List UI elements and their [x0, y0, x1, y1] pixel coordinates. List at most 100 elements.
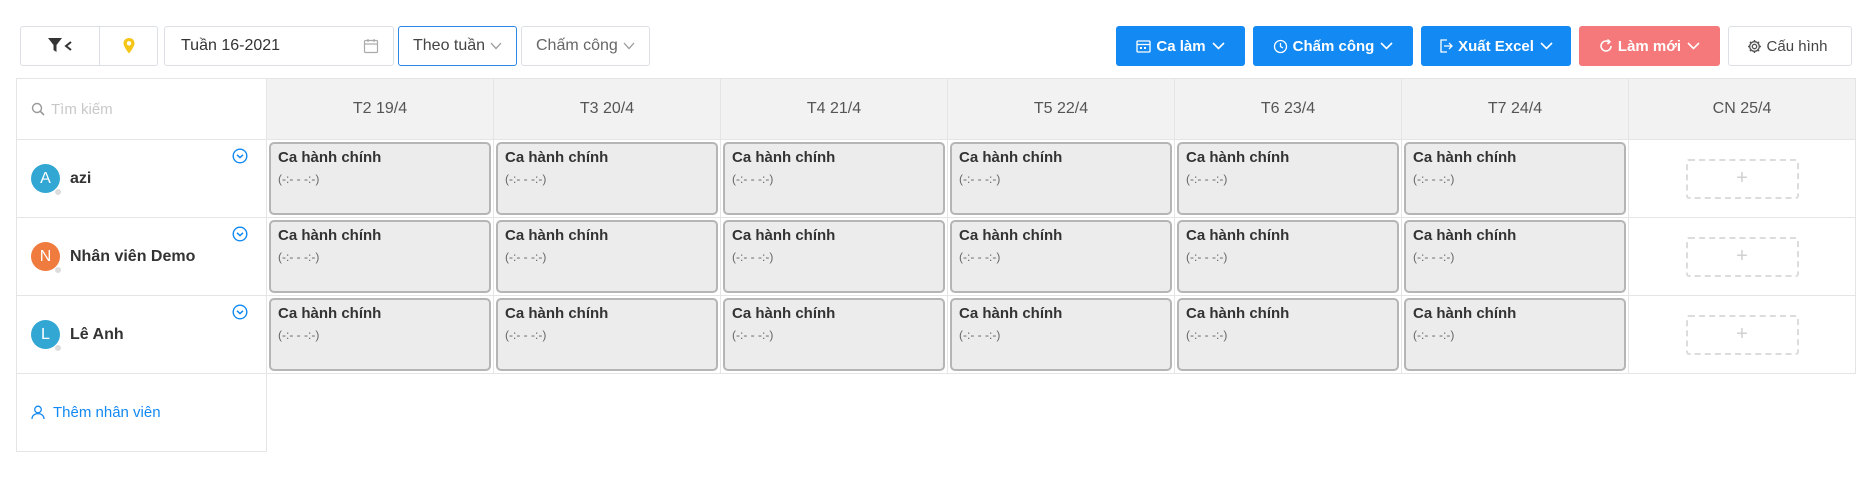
- chevron-down-circle-icon[interactable]: [232, 304, 248, 320]
- location-button[interactable]: [100, 26, 158, 66]
- shift-time: (-:- - -:-): [959, 250, 1001, 264]
- day-header: T2 19/4: [267, 78, 494, 140]
- refresh-button[interactable]: Làm mới: [1579, 26, 1720, 66]
- employee-cell: L Lê Anh: [16, 296, 267, 374]
- grid-header: Tìm kiếm T2 19/4 T3 20/4 T4 21/4 T5 22/4…: [16, 78, 1857, 140]
- toolbar-right: Ca làm Chấm công Xuất Excel Làm mới Cấu …: [1108, 26, 1852, 66]
- view-mode-select[interactable]: Theo tuần: [398, 26, 517, 66]
- employee-name: Lê Anh: [70, 325, 124, 343]
- schedule-cell[interactable]: Ca hành chính (-:- - -:-): [1175, 296, 1402, 374]
- avatar-initial: A: [40, 169, 51, 187]
- add-shift-button[interactable]: +: [1685, 158, 1799, 199]
- map-pin-icon: [123, 38, 134, 54]
- shift-card[interactable]: Ca hành chính (-:- - -:-): [269, 298, 491, 371]
- chevron-down-icon: [490, 42, 502, 50]
- filter-toggle-button[interactable]: [20, 26, 100, 66]
- day-header: T6 23/4: [1175, 78, 1402, 140]
- shift-card[interactable]: Ca hành chính (-:- - -:-): [723, 298, 945, 371]
- schedule-cell[interactable]: Ca hành chính (-:- - -:-): [1402, 296, 1629, 374]
- avatar: L: [31, 320, 62, 352]
- shift-time: (-:- - -:-): [505, 172, 547, 186]
- shift-card[interactable]: Ca hành chính (-:- - -:-): [496, 220, 718, 293]
- schedule-cell[interactable]: Ca hành chính (-:- - -:-): [1402, 140, 1629, 218]
- shift-card[interactable]: Ca hành chính (-:- - -:-): [1177, 220, 1399, 293]
- schedule-cell[interactable]: Ca hành chính (-:- - -:-): [1175, 140, 1402, 218]
- shift-menu-label: Ca làm: [1156, 37, 1206, 55]
- shift-name: Ca hành chính: [1186, 149, 1290, 166]
- shift-card[interactable]: Ca hành chính (-:- - -:-): [950, 220, 1172, 293]
- shift-card[interactable]: Ca hành chính (-:- - -:-): [950, 142, 1172, 215]
- shift-card[interactable]: Ca hành chính (-:- - -:-): [950, 298, 1172, 371]
- shift-card[interactable]: Ca hành chính (-:- - -:-): [1177, 142, 1399, 215]
- shift-menu-button[interactable]: Ca làm: [1116, 26, 1245, 66]
- shift-time: (-:- - -:-): [1186, 328, 1228, 342]
- shift-card[interactable]: Ca hành chính (-:- - -:-): [269, 142, 491, 215]
- schedule-cell: +: [1629, 218, 1856, 296]
- schedule-cell[interactable]: Ca hành chính (-:- - -:-): [494, 296, 721, 374]
- export-excel-button[interactable]: Xuất Excel: [1421, 26, 1571, 66]
- shift-card[interactable]: Ca hành chính (-:- - -:-): [1404, 142, 1626, 215]
- shift-card[interactable]: Ca hành chính (-:- - -:-): [1404, 298, 1626, 371]
- schedule-cell[interactable]: Ca hành chính (-:- - -:-): [494, 140, 721, 218]
- shift-name: Ca hành chính: [505, 305, 609, 322]
- data-mode-value: Chấm công: [536, 37, 618, 54]
- plus-icon: +: [1736, 323, 1748, 345]
- schedule-cell[interactable]: Ca hành chính (-:- - -:-): [1175, 218, 1402, 296]
- shift-name: Ca hành chính: [278, 227, 382, 244]
- employee-cell: A azi: [16, 140, 267, 218]
- shift-card[interactable]: Ca hành chính (-:- - -:-): [1404, 220, 1626, 293]
- shift-card[interactable]: Ca hành chính (-:- - -:-): [496, 298, 718, 371]
- employee-search[interactable]: Tìm kiếm: [16, 78, 267, 140]
- schedule-cell[interactable]: Ca hành chính (-:- - -:-): [948, 218, 1175, 296]
- schedule-cell[interactable]: Ca hành chính (-:- - -:-): [267, 218, 494, 296]
- plus-icon: +: [1736, 245, 1748, 267]
- chevron-down-circle-icon[interactable]: [232, 148, 248, 164]
- shift-name: Ca hành chính: [278, 305, 382, 322]
- schedule-cell[interactable]: Ca hành chính (-:- - -:-): [948, 140, 1175, 218]
- schedule-cell[interactable]: Ca hành chính (-:- - -:-): [267, 296, 494, 374]
- shift-time: (-:- - -:-): [732, 328, 774, 342]
- shift-card[interactable]: Ca hành chính (-:- - -:-): [1177, 298, 1399, 371]
- chevron-down-circle-icon[interactable]: [232, 226, 248, 242]
- shift-card[interactable]: Ca hành chính (-:- - -:-): [723, 220, 945, 293]
- shift-name: Ca hành chính: [732, 305, 836, 322]
- schedule-cell[interactable]: Ca hành chính (-:- - -:-): [948, 296, 1175, 374]
- shift-time: (-:- - -:-): [1186, 172, 1228, 186]
- shift-name: Ca hành chính: [959, 305, 1063, 322]
- schedule-cell[interactable]: Ca hành chính (-:- - -:-): [494, 218, 721, 296]
- schedule-cell[interactable]: Ca hành chính (-:- - -:-): [721, 140, 948, 218]
- week-picker[interactable]: Tuần 16-2021: [164, 26, 394, 66]
- day-header: T4 21/4: [721, 78, 948, 140]
- day-header: CN 25/4: [1629, 78, 1856, 140]
- data-mode-select[interactable]: Chấm công: [521, 26, 650, 66]
- schedule-cell[interactable]: Ca hành chính (-:- - -:-): [721, 218, 948, 296]
- chevron-down-icon: [1540, 42, 1553, 50]
- shift-card[interactable]: Ca hành chính (-:- - -:-): [269, 220, 491, 293]
- settings-button[interactable]: Cấu hình: [1728, 26, 1852, 66]
- employee-name: azi: [70, 169, 92, 187]
- schedule-cell[interactable]: Ca hành chính (-:- - -:-): [267, 140, 494, 218]
- add-shift-button[interactable]: +: [1685, 314, 1799, 355]
- avatar: N: [31, 242, 62, 274]
- status-dot: [54, 344, 62, 352]
- status-dot: [54, 266, 62, 274]
- shift-name: Ca hành chính: [1413, 305, 1517, 322]
- add-shift-button[interactable]: +: [1685, 236, 1799, 277]
- schedule-cell[interactable]: Ca hành chính (-:- - -:-): [721, 296, 948, 374]
- week-picker-value: Tuần 16-2021: [181, 37, 281, 54]
- shift-card[interactable]: Ca hành chính (-:- - -:-): [723, 142, 945, 215]
- schedule-grid: Tìm kiếm T2 19/4 T3 20/4 T4 21/4 T5 22/4…: [16, 78, 1857, 452]
- shift-name: Ca hành chính: [959, 227, 1063, 244]
- schedule-cell[interactable]: Ca hành chính (-:- - -:-): [1402, 218, 1629, 296]
- timekeeping-menu-button[interactable]: Chấm công: [1253, 26, 1413, 66]
- shift-name: Ca hành chính: [732, 149, 836, 166]
- shift-time: (-:- - -:-): [959, 328, 1001, 342]
- shift-card[interactable]: Ca hành chính (-:- - -:-): [496, 142, 718, 215]
- employee-name: Nhân viên Demo: [70, 247, 196, 265]
- add-employee-button[interactable]: Thêm nhân viên: [16, 374, 267, 452]
- shift-time: (-:- - -:-): [1413, 328, 1455, 342]
- avatar-initial: N: [39, 247, 52, 265]
- shift-time: (-:- - -:-): [732, 250, 774, 264]
- shift-name: Ca hành chính: [1186, 305, 1290, 322]
- schedule-cell: +: [1629, 296, 1856, 374]
